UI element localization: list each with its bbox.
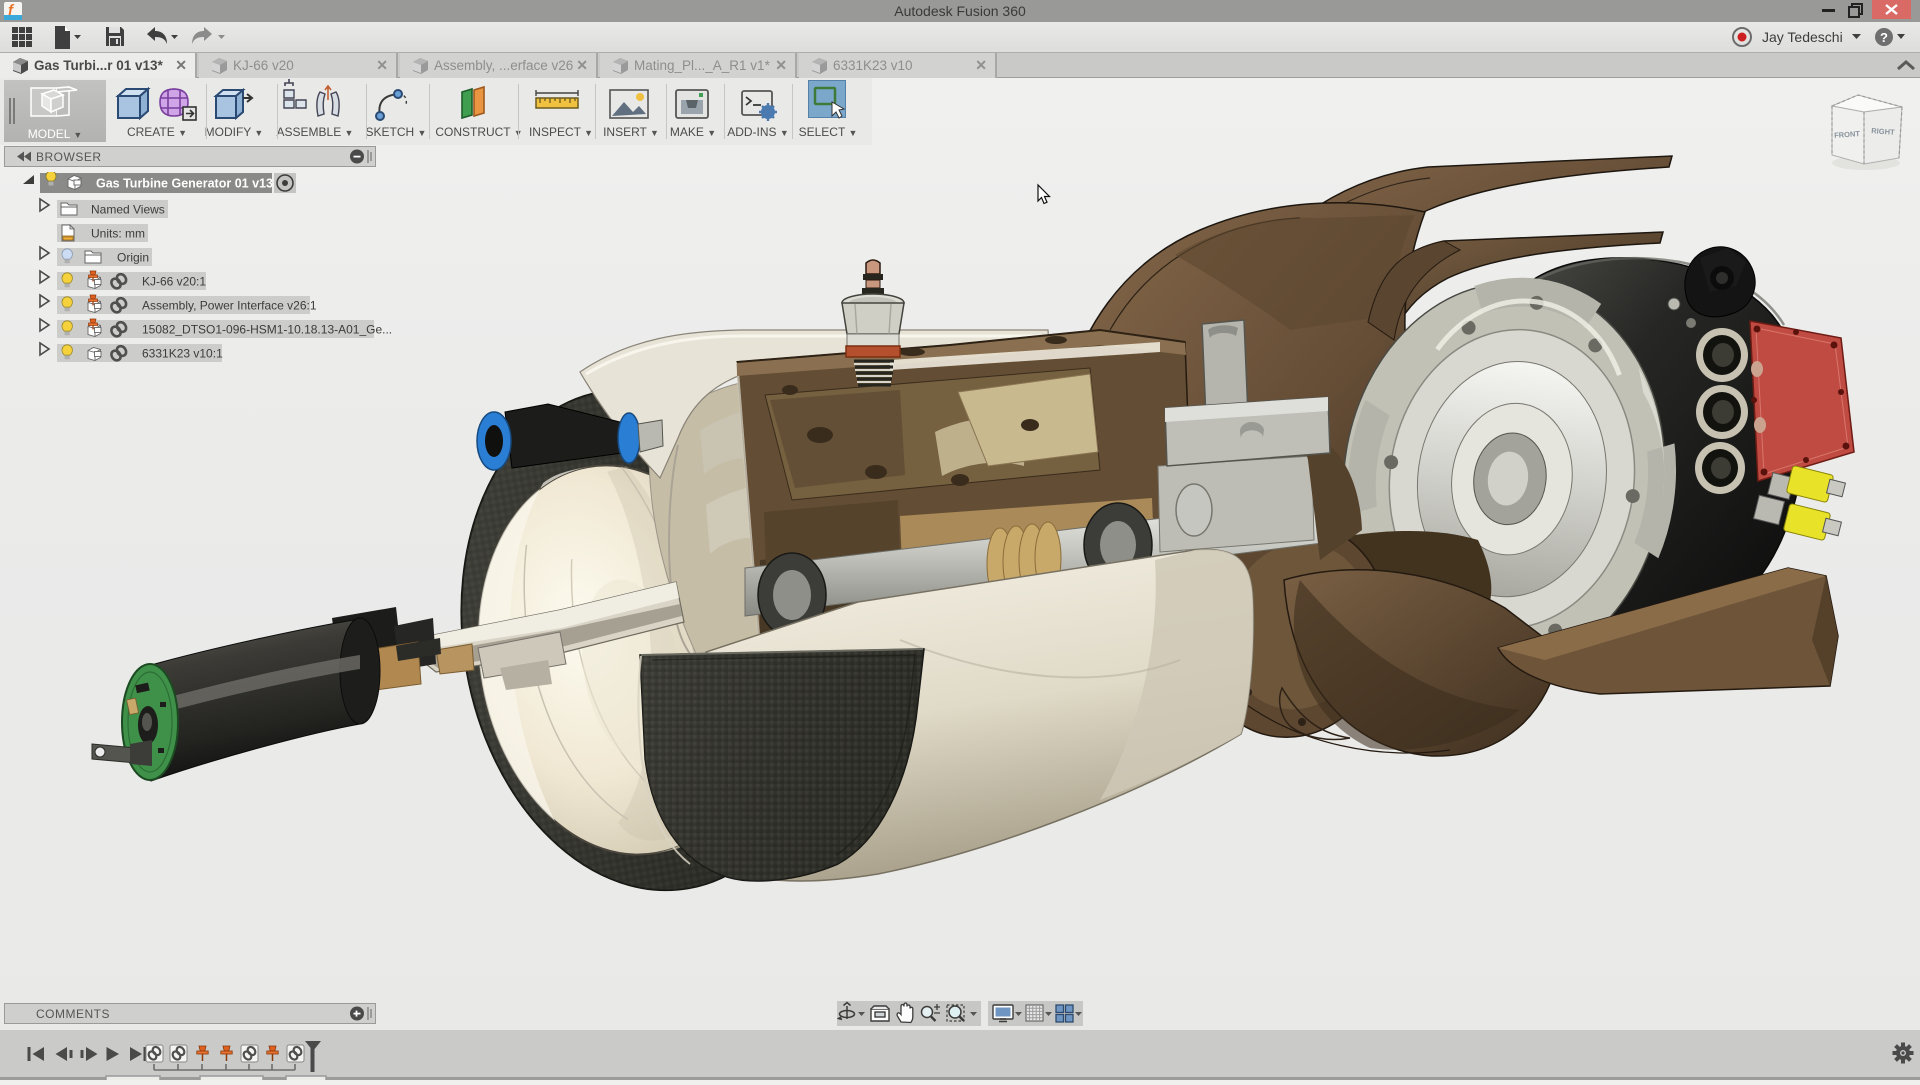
svg-text:6331K23 v10:1: 6331K23 v10:1 <box>142 347 223 361</box>
svg-text:Units: mm: Units: mm <box>91 227 145 241</box>
svg-text:Jay Tedeschi: Jay Tedeschi <box>1762 29 1843 45</box>
svg-text:Origin: Origin <box>117 251 149 265</box>
svg-text:Gas Turbine Generator 01 v13: Gas Turbine Generator 01 v13 <box>96 177 273 191</box>
svg-text:?: ? <box>1880 30 1888 45</box>
svg-text:KJ-66 v20:1: KJ-66 v20:1 <box>142 275 206 289</box>
svg-text:15082_DTSO1-096-HSM1-10.18.13-: 15082_DTSO1-096-HSM1-10.18.13-A01_Ge... <box>142 323 392 337</box>
svg-text:Assembly, Power Interface v26:: Assembly, Power Interface v26:1 <box>142 299 317 313</box>
svg-text:Named Views: Named Views <box>91 203 165 217</box>
